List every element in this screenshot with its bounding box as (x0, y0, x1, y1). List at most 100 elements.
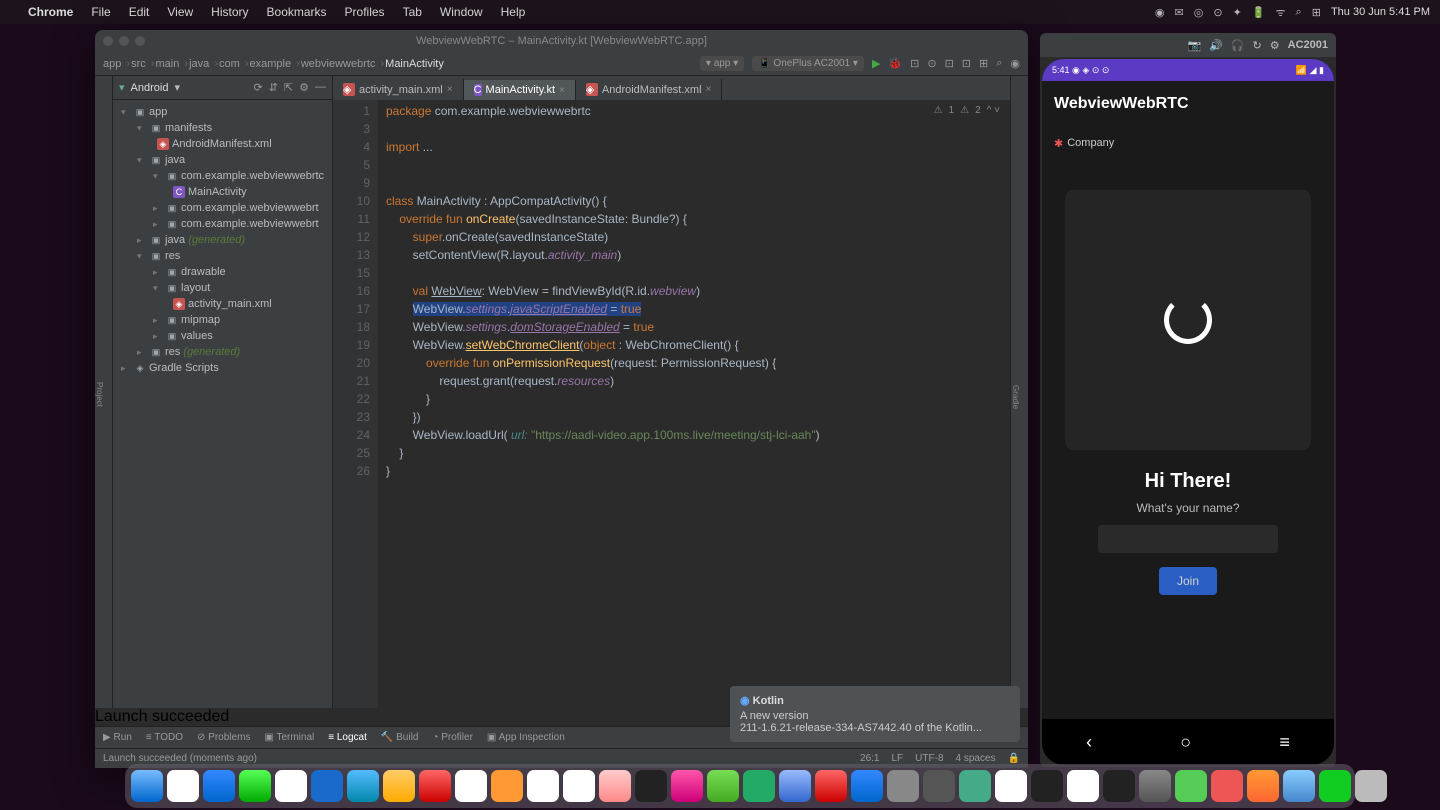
dock-app-icon[interactable] (347, 770, 379, 802)
dock-app-icon[interactable] (1247, 770, 1279, 802)
app-menu[interactable]: Chrome (28, 5, 73, 19)
run-tab[interactable]: ▶ Run (103, 732, 132, 743)
cursor-position[interactable]: 26:1 (860, 753, 879, 764)
search-icon[interactable]: ⌕ (996, 57, 1002, 70)
rotate-icon[interactable]: ↻ (1253, 39, 1262, 52)
dock-app-icon[interactable] (887, 770, 919, 802)
lock-icon[interactable]: 🔒 (1008, 753, 1020, 764)
app-inspection-tab[interactable]: ▣ App Inspection (487, 732, 565, 743)
control-center-icon[interactable]: ⊞ (1312, 6, 1321, 19)
code-area[interactable]: 1345 910111213151617181920212223242526 ⚠… (333, 100, 1010, 708)
dock-app-icon[interactable] (599, 770, 631, 802)
tree-node[interactable]: ▸▣values (113, 328, 332, 344)
code-content[interactable]: ⚠ 1 ⚠ 2 ^ ˅ package com.example.webvieww… (378, 100, 1010, 708)
name-input[interactable] (1098, 525, 1278, 553)
toolbar-icon[interactable]: ⊡ (945, 57, 954, 70)
indent[interactable]: 4 spaces (956, 753, 996, 764)
dock-app-icon[interactable] (1103, 770, 1135, 802)
build-tab[interactable]: 🔨 Build (381, 732, 418, 743)
datetime[interactable]: Thu 30 Jun 5:41 PM (1331, 6, 1430, 18)
wifi-icon[interactable]: ᯤ (1276, 5, 1286, 20)
tree-node[interactable]: ▸▣mipmap (113, 312, 332, 328)
project-panel-header[interactable]: ▾Android▾ ⟳ ⇵ ⇱ ⚙ — (113, 76, 332, 100)
tree-node[interactable]: ▾▣com.example.webviewwebrtc (113, 168, 332, 184)
status-icon[interactable]: ◎ (1194, 6, 1204, 19)
device-selector[interactable]: 📱 OnePlus AC2001 ▾ (752, 56, 864, 71)
sync-icon[interactable]: ⟳ (253, 81, 262, 94)
toolbar-icon[interactable]: ⊡ (962, 57, 971, 70)
filter-icon[interactable]: ⇵ (269, 81, 278, 94)
terminal-tab[interactable]: ▣ Terminal (264, 732, 314, 743)
dock-app-icon[interactable] (491, 770, 523, 802)
status-icon[interactable]: ◉ (1155, 6, 1165, 19)
search-icon[interactable]: ⌕ (1296, 6, 1302, 19)
line-separator[interactable]: LF (892, 753, 904, 764)
tree-node-gradle[interactable]: ▸◈Gradle Scripts (113, 360, 332, 376)
toolbar-icon[interactable]: ⊙ (927, 57, 936, 70)
menu-tab[interactable]: Tab (403, 5, 422, 19)
dock-app-icon[interactable] (383, 770, 415, 802)
tree-node[interactable]: ▸▣com.example.webviewwebrt (113, 216, 332, 232)
gradle-tool[interactable]: Gradle (1011, 385, 1020, 409)
volume-icon[interactable]: 🔊 (1209, 39, 1223, 52)
tree-node[interactable]: ◈AndroidManifest.xml (113, 136, 332, 152)
run-config-selector[interactable]: ▾ app ▾ (700, 56, 744, 71)
tree-node[interactable]: ▾▣layout (113, 280, 332, 296)
menu-bookmarks[interactable]: Bookmarks (267, 5, 327, 19)
gear-icon[interactable]: ⚙ (299, 81, 309, 94)
encoding[interactable]: UTF-8 (915, 753, 943, 764)
run-button[interactable]: ▶ (872, 57, 880, 70)
dock-app-icon[interactable] (311, 770, 343, 802)
debug-button[interactable]: 🐞 (888, 57, 902, 70)
dock-app-icon[interactable] (1067, 770, 1099, 802)
tree-node[interactable]: ▾▣java (113, 152, 332, 168)
dock-app-icon[interactable] (671, 770, 703, 802)
dock-app-icon[interactable] (707, 770, 739, 802)
dock-app-icon[interactable] (131, 770, 163, 802)
dock-app-icon[interactable] (455, 770, 487, 802)
home-button[interactable]: ○ (1180, 732, 1191, 753)
headset-icon[interactable]: 🎧 (1231, 39, 1245, 52)
menu-help[interactable]: Help (501, 5, 526, 19)
status-icon[interactable]: ✉ (1175, 6, 1184, 19)
tree-node[interactable]: ▾▣manifests (113, 120, 332, 136)
device-screen[interactable]: 5:41 ◉ ◈ ⊙ ⊙ 📶 ◢ ▮ WebviewWebRTC ✱Compan… (1042, 59, 1334, 765)
logcat-tab[interactable]: ≡ Logcat (328, 732, 367, 743)
dock-trash-icon[interactable] (1355, 770, 1387, 802)
dock-app-icon[interactable] (1283, 770, 1315, 802)
menu-file[interactable]: File (91, 5, 110, 19)
menu-view[interactable]: View (167, 5, 193, 19)
dock-app-icon[interactable] (779, 770, 811, 802)
tree-node-app[interactable]: ▾▣app (113, 104, 332, 120)
problems-tab[interactable]: ⊘ Problems (197, 732, 250, 743)
dock-app-icon[interactable] (743, 770, 775, 802)
dock-app-icon[interactable] (923, 770, 955, 802)
dock-app-icon[interactable] (815, 770, 847, 802)
dock-app-icon[interactable] (959, 770, 991, 802)
tree-node[interactable]: ▾▣res (113, 248, 332, 264)
tree-node[interactable]: ▸▣com.example.webviewwebrt (113, 200, 332, 216)
breadcrumb[interactable]: app src main java com example webviewweb… (103, 58, 446, 70)
collapse-icon[interactable]: ⇱ (284, 81, 293, 94)
inspection-indicator[interactable]: ⚠ 1 ⚠ 2 ^ ˅ (934, 102, 1000, 120)
project-tool[interactable]: Project (95, 382, 104, 407)
dock-app-icon[interactable] (1139, 770, 1171, 802)
camera-icon[interactable]: 📷 (1187, 39, 1201, 52)
battery-icon[interactable]: 🔋 (1252, 6, 1266, 19)
menu-profiles[interactable]: Profiles (345, 5, 385, 19)
todo-tab[interactable]: ≡ TODO (146, 732, 183, 743)
tree-node[interactable]: ◈activity_main.xml (113, 296, 332, 312)
tab-activity-main[interactable]: ◈activity_main.xml× (333, 79, 464, 100)
menu-history[interactable]: History (211, 5, 248, 19)
notification-popup[interactable]: ◉ Kotlin A new version 211-1.6.21-releas… (730, 686, 1020, 708)
dock-app-icon[interactable] (995, 770, 1027, 802)
dock-app-icon[interactable] (635, 770, 667, 802)
traffic-lights[interactable] (103, 36, 145, 46)
recents-button[interactable]: ≡ (1279, 732, 1290, 753)
tree-node[interactable]: ▸▣drawable (113, 264, 332, 280)
dock-app-icon[interactable] (851, 770, 883, 802)
dock-app-icon[interactable] (239, 770, 271, 802)
dock-app-icon[interactable] (1031, 770, 1063, 802)
dock-app-icon[interactable] (527, 770, 559, 802)
menu-window[interactable]: Window (440, 5, 483, 19)
